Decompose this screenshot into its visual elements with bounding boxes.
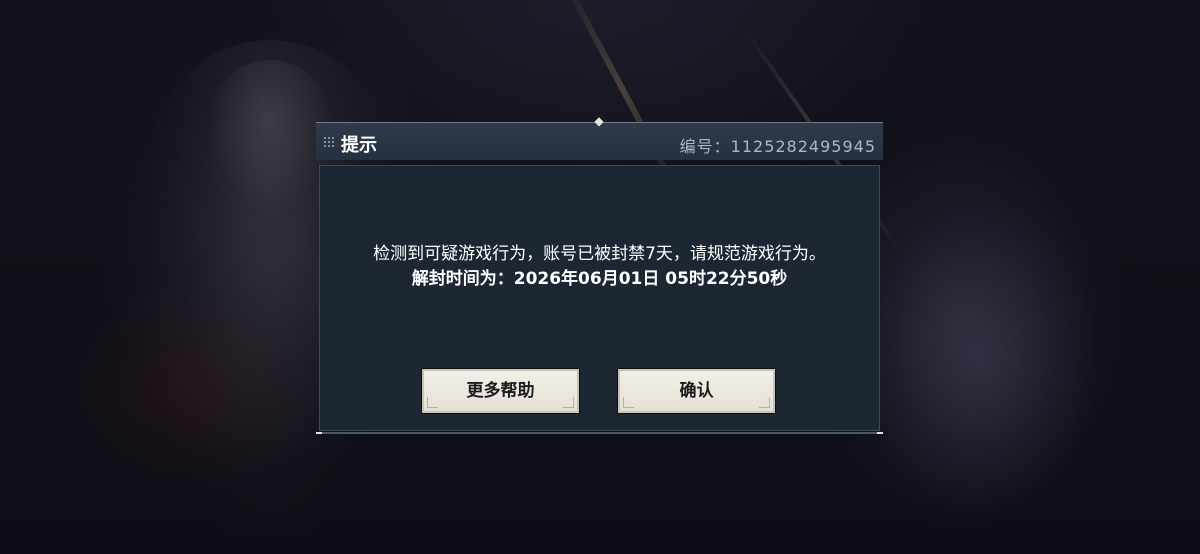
dialog-body: 检测到可疑游戏行为，账号已被封禁7天，请规范游戏行为。 解封时间为：2026年0… [319,165,880,431]
diamond-ornament-icon: ◆ [594,114,604,128]
dialog-title: 提示 [341,135,377,156]
unban-time: 解封时间为：2026年06月01日 05时22分50秒 [411,269,788,289]
game-background: 提示 编号：1125282495945 ◆ 检测到可疑游戏行为，账号已被封禁7天… [0,0,1200,554]
drag-grip-icon [323,136,335,148]
ban-notice-dialog: 提示 编号：1125282495945 ◆ 检测到可疑游戏行为，账号已被封禁7天… [316,114,883,434]
confirm-button[interactable]: 确认 [618,369,775,413]
more-help-button[interactable]: 更多帮助 [422,369,579,413]
serial-number: 编号：1125282495945 [679,137,876,156]
ban-message: 检测到可疑游戏行为，账号已被封禁7天，请规范游戏行为。 解封时间为：2026年0… [320,242,879,292]
ban-message-line-1: 检测到可疑游戏行为，账号已被封禁7天，请规范游戏行为。 [373,244,826,264]
dialog-bottom-border [316,432,883,434]
